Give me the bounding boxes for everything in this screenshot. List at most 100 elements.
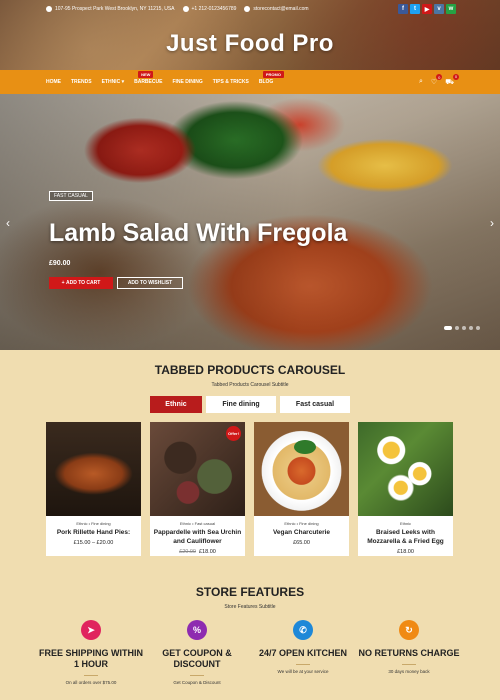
offer-badge: Offer! xyxy=(226,426,241,441)
feature-item: ✆ 24/7 OPEN KITCHEN We will be at your ser… xyxy=(250,620,356,685)
nav-item-home[interactable]: HOME xyxy=(46,79,61,85)
hero-content: FAST CASUAL Lamb Salad With Fregola £90.… xyxy=(49,184,369,289)
returns-icon: ↻ xyxy=(399,620,419,640)
feature-item: % GET COUPON & DISCOUNT Get Coupon & Disco… xyxy=(144,620,250,685)
facebook-icon[interactable]: f xyxy=(398,4,408,14)
product-image[interactable] xyxy=(46,422,141,516)
product-image[interactable]: Offer! xyxy=(150,422,245,516)
location-icon xyxy=(46,6,52,12)
hero-title[interactable]: Lamb Salad With Fregola xyxy=(49,216,369,250)
nav-item-barbecue-label: BARBECUE xyxy=(134,79,163,85)
email-icon xyxy=(244,6,251,12)
promo-badge: PROMO xyxy=(262,71,284,78)
product-name[interactable]: Vegan Charcuterie xyxy=(254,528,349,537)
feature-title: NO RETURNS CHARGE xyxy=(358,648,460,658)
address-info: 107-95 Prospect Park West Brooklyn, NY 1… xyxy=(46,6,175,12)
feature-title: FREE SHIPPING WITHIN 1 HOUR xyxy=(38,648,143,669)
slider-dots xyxy=(444,326,480,330)
slider-dot[interactable] xyxy=(455,326,459,330)
product-price-current: £15.00 – £20.00 xyxy=(73,540,114,546)
product-name[interactable]: Pork Rillette Hand Pies: xyxy=(46,528,141,537)
site-title[interactable]: Just Food Pro xyxy=(0,30,500,58)
features-list: ➤ FREE SHIPPING WITHIN 1 HOUR On all order… xyxy=(0,620,500,685)
product-price: £18.00 xyxy=(358,549,453,555)
main-nav: HOME TRENDS ETHNIC ▾ NEW BARBECUE FINE DI… xyxy=(0,70,500,94)
nav-item-barbecue[interactable]: NEW BARBECUE xyxy=(134,71,163,85)
product-image[interactable] xyxy=(254,422,349,516)
social-links: f t ▶ v w xyxy=(398,4,456,14)
cart-icon[interactable]: ⛟ 0 xyxy=(445,73,459,87)
feature-subtitle: 30 days money back xyxy=(388,669,430,674)
nav-item-fine-dining[interactable]: FINE DINING xyxy=(172,79,202,85)
coupon-icon: % xyxy=(187,620,207,640)
email-info[interactable]: storecontact@email.com xyxy=(244,6,309,12)
nav-item-ethnic[interactable]: ETHNIC ▾ xyxy=(102,79,125,85)
kitchen-icon: ✆ xyxy=(293,620,313,640)
wishlist-icon[interactable]: ♡ 0 xyxy=(431,74,443,86)
shipping-icon: ➤ xyxy=(81,620,101,640)
vk-icon[interactable]: v xyxy=(434,4,444,14)
hero-category-tag[interactable]: FAST CASUAL xyxy=(49,191,93,201)
add-to-cart-button[interactable]: + ADD TO CART xyxy=(49,277,113,289)
add-to-wishlist-button[interactable]: ADD TO WISHLIST xyxy=(117,277,183,289)
product-price-current: £65.00 xyxy=(293,540,310,546)
product-categories[interactable]: Ethnic • Fine dining xyxy=(46,521,141,526)
nav-item-ethnic-label: ETHNIC xyxy=(101,79,121,85)
product-tabs: Ethnic Fine dining Fast casual xyxy=(0,396,500,413)
slider-dot[interactable] xyxy=(476,326,480,330)
product-categories[interactable]: Ethnic • Fast casual xyxy=(150,521,245,526)
products-title: TABBED PRODUCTS CAROUSEL xyxy=(154,363,346,377)
hero-buttons: + ADD TO CART ADD TO WISHLIST xyxy=(49,277,369,289)
product-name[interactable]: Braised Leeks with Mozzarella & a Fried … xyxy=(358,528,453,546)
product-categories[interactable]: Ethnic xyxy=(358,521,453,526)
features-subtitle: Store Features Subtitle xyxy=(224,604,276,610)
feature-divider xyxy=(190,675,204,676)
next-slide-arrow-icon[interactable]: › xyxy=(490,216,494,230)
feature-subtitle: Get Coupon & Discount xyxy=(173,680,221,685)
search-icon[interactable]: ⌕ xyxy=(419,78,423,86)
product-categories[interactable]: Ethnic • Fine dining xyxy=(254,521,349,526)
product-name[interactable]: Pappardelle with Sea Urchin and Cauliflo… xyxy=(150,528,245,546)
product-carousel: Ethnic • Fine dining Pork Rillette Hand … xyxy=(0,422,500,556)
email-text[interactable]: storecontact@email.com xyxy=(253,6,308,12)
hero-price: £90.00 xyxy=(49,260,71,267)
slider-dot[interactable] xyxy=(444,326,452,330)
cart-count: 0 xyxy=(453,73,459,80)
chevron-down-icon: ▾ xyxy=(121,79,125,85)
whatsapp-icon[interactable]: w xyxy=(446,4,456,14)
feature-item: ➤ FREE SHIPPING WITHIN 1 HOUR On all order… xyxy=(38,620,144,685)
product-card[interactable]: Ethnic • Fine dining Vegan Charcuterie £… xyxy=(254,422,349,556)
nav-item-tips[interactable]: TIPS & TRICKS xyxy=(213,79,249,85)
product-card[interactable]: Ethnic Braised Leeks with Mozzarella & a… xyxy=(358,422,453,556)
phone-icon xyxy=(182,6,189,12)
product-card[interactable]: Offer! Ethnic • Fast casual Pappardelle … xyxy=(150,422,245,556)
product-price: £65.00 xyxy=(254,540,349,546)
feature-subtitle: On all orders over $75.00 xyxy=(65,680,117,685)
youtube-icon[interactable]: ▶ xyxy=(422,4,432,14)
tab-fine-dining[interactable]: Fine dining xyxy=(206,396,276,413)
nav-item-blog[interactable]: PROMO BLOG xyxy=(259,71,284,85)
hero-slider: ‹ › FAST CASUAL Lamb Salad With Fregola … xyxy=(0,94,500,350)
site-header: 107-95 Prospect Park West Brooklyn, NY 1… xyxy=(0,0,500,70)
phone-info[interactable]: +1 212-0123456789 xyxy=(182,6,237,12)
tab-fast-casual[interactable]: Fast casual xyxy=(280,396,350,413)
tab-ethnic[interactable]: Ethnic xyxy=(150,396,202,413)
phone-text[interactable]: +1 212-0123456789 xyxy=(192,6,237,12)
new-badge: NEW xyxy=(138,71,154,78)
twitter-icon[interactable]: t xyxy=(410,4,420,14)
product-price: £15.00 – £20.00 xyxy=(46,540,141,546)
product-card[interactable]: Ethnic • Fine dining Pork Rillette Hand … xyxy=(46,422,141,556)
product-price-current: £18.00 xyxy=(199,549,216,555)
nav-item-trends[interactable]: TRENDS xyxy=(71,79,92,85)
feature-title: 24/7 OPEN KITCHEN xyxy=(258,648,348,658)
feature-subtitle: We will be at your service xyxy=(277,669,329,674)
slider-dot[interactable] xyxy=(469,326,473,330)
feature-divider xyxy=(84,675,98,676)
products-section: TABBED PRODUCTS CAROUSEL Tabbed Products… xyxy=(0,363,500,556)
product-price-current: £18.00 xyxy=(397,549,414,555)
product-image[interactable] xyxy=(358,422,453,516)
prev-slide-arrow-icon[interactable]: ‹ xyxy=(6,216,10,230)
slider-dot[interactable] xyxy=(462,326,466,330)
nav-actions: ⌕ ♡ 0 ⛟ 0 xyxy=(419,73,459,87)
product-price-old: £20.00 xyxy=(179,549,196,555)
